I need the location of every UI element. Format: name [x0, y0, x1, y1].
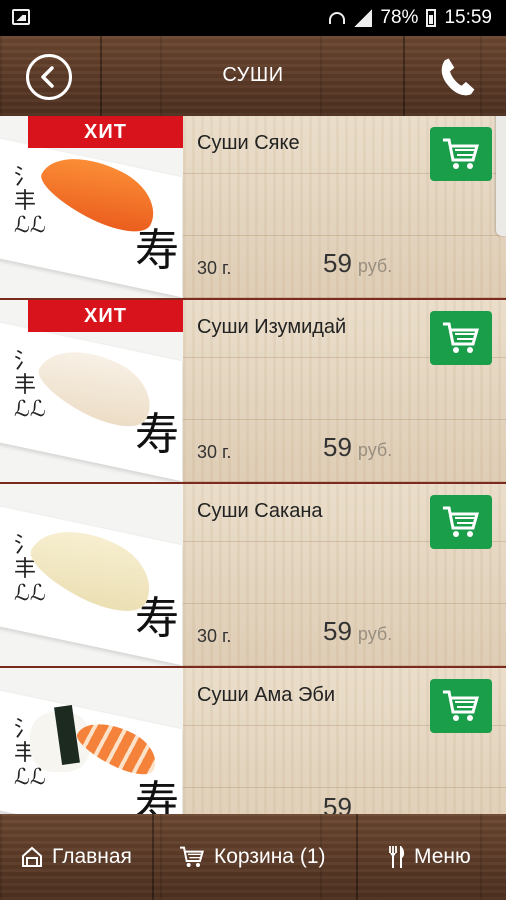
product-info: Суши Изумидай 30 г. 59 руб. [183, 300, 506, 482]
product-image[interactable]: 氵丰 ℒℒ 寿 [0, 484, 183, 666]
product-card[interactable]: 氵丰 ℒℒ 寿 ХИТ Суши Изумидай 30 г. 59 руб. [0, 300, 506, 482]
product-price: 59 [323, 792, 352, 814]
price-value: 59 [323, 248, 352, 278]
add-to-cart-button[interactable] [430, 311, 492, 365]
clock: 15:59 [444, 7, 492, 28]
cart-icon [443, 138, 479, 169]
plate-decoration: 氵丰 ℒℒ [14, 349, 46, 422]
status-bar: 78% 15:59 [0, 0, 506, 36]
nav-cart[interactable]: Корзина (1) [178, 814, 326, 900]
cart-icon [180, 846, 204, 867]
product-card[interactable]: 氵丰 ℒℒ 寿 ХИТ Суши Сяке 30 г. 59 руб. [0, 116, 506, 298]
nav-menu[interactable]: Меню [386, 814, 471, 900]
app-header: СУШИ [0, 36, 506, 116]
scrollbar[interactable] [496, 116, 506, 236]
product-weight: 30 г. [197, 626, 232, 646]
product-info: Суши Сяке 30 г. 59 руб. [183, 116, 506, 298]
add-to-cart-button[interactable] [430, 127, 492, 181]
product-name: Суши Сяке [197, 132, 300, 154]
price-currency: руб. [357, 256, 393, 276]
nav-menu-label: Меню [414, 845, 471, 868]
fork-knife-icon [389, 846, 405, 868]
home-icon [22, 846, 42, 867]
product-price: 59 руб. [323, 432, 392, 463]
product-image[interactable]: 氵丰 ℒℒ 寿 ХИТ [0, 116, 183, 298]
page-title: СУШИ [222, 64, 284, 86]
price-value: 59 [323, 616, 352, 646]
signal-icon [354, 9, 373, 27]
status-right: 78% 15:59 [328, 0, 492, 36]
gallery-notification-icon [12, 9, 30, 25]
nav-cart-label: Корзина (1) [214, 845, 326, 868]
battery-icon [426, 9, 437, 27]
nav-home[interactable]: Главная [20, 814, 132, 900]
product-image[interactable]: 氵丰 ℒℒ 寿 [0, 668, 183, 814]
product-info: Суши Ама Эби 59 [183, 668, 506, 814]
product-info: Суши Сакана 30 г. 59 руб. [183, 484, 506, 666]
price-currency: руб. [357, 440, 393, 460]
price-value: 59 [323, 792, 352, 814]
battery-percent: 78% [380, 7, 419, 28]
product-image[interactable]: 氵丰 ℒℒ 寿 ХИТ [0, 300, 183, 482]
price-value: 59 [323, 432, 352, 462]
phone-icon [441, 58, 475, 96]
cart-icon [443, 506, 479, 537]
product-list[interactable]: 氵丰 ℒℒ 寿 ХИТ Суши Сяке 30 г. 59 руб. 氵丰 ℒℒ [0, 116, 506, 814]
product-card[interactable]: 氵丰 ℒℒ 寿 Суши Сакана 30 г. 59 руб. [0, 484, 506, 666]
price-currency: руб. [357, 624, 393, 644]
product-name: Суши Сакана [197, 500, 323, 522]
product-weight: 30 г. [197, 258, 232, 278]
wifi-icon [328, 10, 346, 26]
product-price: 59 руб. [323, 616, 392, 647]
nav-home-label: Главная [52, 845, 132, 868]
nav-divider [356, 814, 358, 900]
product-name: Суши Изумидай [197, 316, 347, 338]
call-button[interactable] [434, 52, 484, 102]
hit-badge: ХИТ [28, 300, 183, 332]
cart-icon [443, 690, 479, 721]
product-weight: 30 г. [197, 442, 232, 462]
add-to-cart-button[interactable] [430, 495, 492, 549]
cart-icon [443, 322, 479, 353]
bottom-nav: Главная Корзина (1) Меню [0, 814, 506, 900]
product-name: Суши Ама Эби [197, 684, 335, 706]
add-to-cart-button[interactable] [430, 679, 492, 733]
hit-badge: ХИТ [28, 116, 183, 148]
nav-divider [152, 814, 154, 900]
product-price: 59 руб. [323, 248, 392, 279]
product-card[interactable]: 氵丰 ℒℒ 寿 Суши Ама Эби 59 [0, 668, 506, 814]
